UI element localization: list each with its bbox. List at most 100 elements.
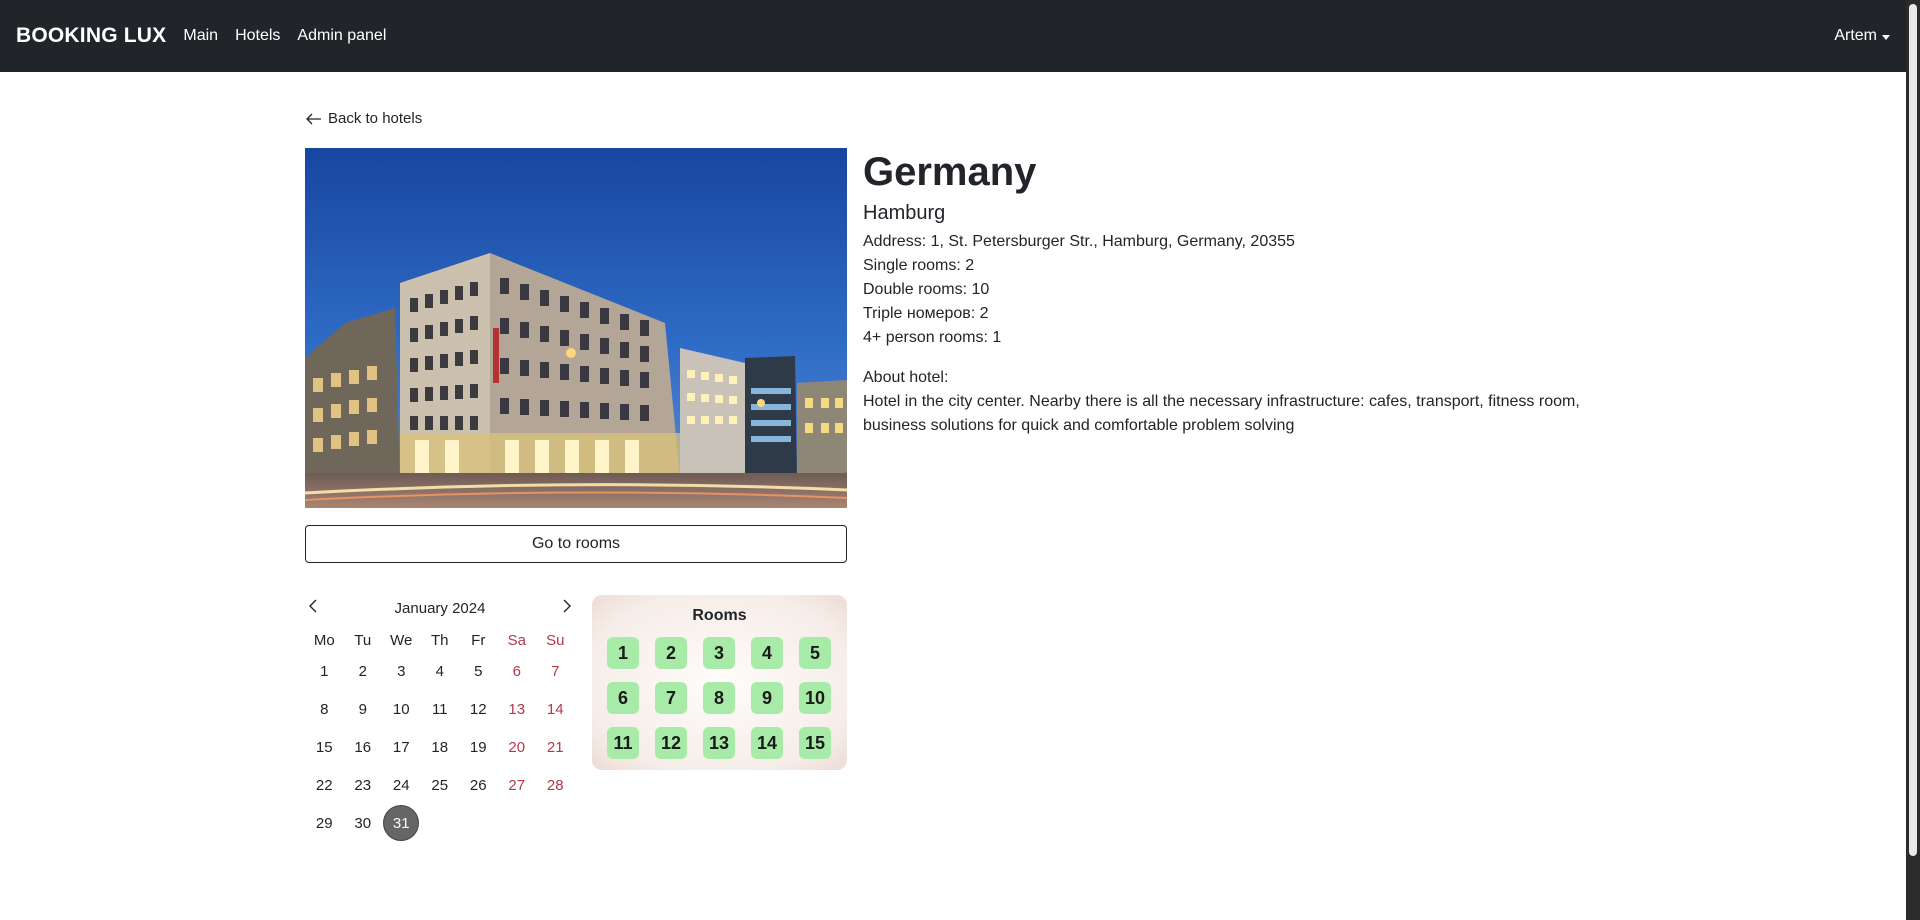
calendar-day[interactable]: 1 (305, 652, 344, 690)
calendar-day[interactable]: 2 (344, 652, 383, 690)
nav-link-main[interactable]: Main (183, 27, 218, 45)
room-button[interactable]: 4 (751, 637, 783, 669)
nav-link-admin-panel[interactable]: Admin panel (297, 27, 386, 45)
room-button[interactable]: 12 (655, 727, 687, 759)
scrollbar-thumb[interactable] (1909, 4, 1917, 856)
calendar-day[interactable]: 23 (344, 766, 383, 804)
triple-rooms-count: Triple номеров: 2 (863, 305, 989, 322)
calendar-day-number: 16 (354, 738, 372, 756)
calendar-day[interactable]: 24 (382, 766, 421, 804)
calendar-day[interactable]: 8 (305, 690, 344, 728)
calendar-day[interactable]: 7 (536, 652, 575, 690)
calendar-day-number: 27 (508, 776, 526, 794)
calendar-day[interactable]: 13 (498, 690, 537, 728)
calendar-day[interactable]: 5 (459, 652, 498, 690)
rooms-panel: Rooms 1 2 3 4 5 6 7 8 9 10 11 12 13 14 15 (592, 595, 847, 770)
calendar-day[interactable]: 19 (459, 728, 498, 766)
calendar-day-number: 6 (512, 662, 521, 680)
room-button[interactable]: 15 (799, 727, 831, 759)
calendar-day[interactable]: 22 (305, 766, 344, 804)
calendar-day-number: 2 (358, 662, 367, 680)
calendar-day[interactable]: 6 (498, 652, 537, 690)
chevron-right-icon[interactable] (559, 598, 573, 618)
top-navbar: BOOKING LUX Main Hotels Admin panel Arte… (0, 0, 1906, 72)
room-button[interactable]: 11 (607, 727, 639, 759)
calendar-day[interactable]: 28 (536, 766, 575, 804)
four-plus-rooms-count: 4+ person rooms: 1 (863, 329, 1002, 346)
room-button[interactable]: 3 (703, 637, 735, 669)
calendar-day-number: 13 (508, 700, 526, 718)
scrollbar[interactable] (1906, 0, 1920, 920)
calendar-day[interactable]: 29 (305, 804, 344, 842)
weekday-label: Su (546, 631, 565, 649)
room-button[interactable]: 1 (607, 637, 639, 669)
room-button[interactable]: 13 (703, 727, 735, 759)
go-to-rooms-button[interactable]: Go to rooms (305, 525, 847, 563)
calendar-day-number: 4 (435, 662, 444, 680)
calendar-day-selected[interactable]: 31 (382, 804, 421, 842)
calendar-day-number: 19 (469, 738, 487, 756)
rooms-title: Rooms (692, 607, 747, 624)
rooms-grid: 1 2 3 4 5 6 7 8 9 10 11 12 13 14 15 (607, 637, 847, 759)
calendar-day[interactable]: 14 (536, 690, 575, 728)
weekday-label: We (390, 631, 413, 649)
calendar-day-number: 20 (508, 738, 526, 756)
calendar-day[interactable]: 4 (421, 652, 460, 690)
room-button[interactable]: 7 (655, 682, 687, 714)
room-button[interactable]: 6 (607, 682, 639, 714)
weekday-label: Th (430, 631, 449, 649)
single-rooms-count: Single rooms: 2 (863, 257, 975, 274)
calendar-day[interactable]: 17 (382, 728, 421, 766)
calendar-day-number: 21 (546, 738, 564, 756)
brand-logo[interactable]: BOOKING LUX (16, 24, 166, 48)
calendar-day-number: 26 (469, 776, 487, 794)
calendar-day-number: 17 (392, 738, 410, 756)
calendar-day[interactable]: 16 (344, 728, 383, 766)
back-link-label: Back to hotels (328, 110, 423, 127)
weekday-label: Mo (313, 631, 335, 649)
user-name: Artem (1834, 27, 1877, 44)
calendar-day[interactable]: 10 (382, 690, 421, 728)
calendar-day[interactable]: 11 (421, 690, 460, 728)
hotel-details: Address: 1, St. Petersburger Str., Hambu… (863, 230, 1603, 350)
nav-link-hotels[interactable]: Hotels (235, 27, 280, 45)
back-to-hotels-link[interactable]: Back to hotels (306, 110, 422, 127)
calendar-day-number: 22 (315, 776, 333, 794)
calendar-day[interactable]: 18 (421, 728, 460, 766)
room-button[interactable]: 10 (799, 682, 831, 714)
calendar-day[interactable]: 3 (382, 652, 421, 690)
chevron-left-icon[interactable] (307, 598, 321, 618)
calendar-day[interactable]: 26 (459, 766, 498, 804)
weekday-label: Sa (507, 631, 526, 649)
about-label: About hotel: (863, 369, 949, 386)
calendar-day-number: 3 (397, 662, 406, 680)
calendar-day-number: 29 (315, 814, 333, 832)
room-button[interactable]: 5 (799, 637, 831, 669)
calendar-day-number: 23 (354, 776, 372, 794)
room-button[interactable]: 9 (751, 682, 783, 714)
user-dropdown[interactable]: Artem (1834, 0, 1890, 72)
calendar-day-number: 5 (474, 662, 483, 680)
calendar-day-number: 7 (551, 662, 560, 680)
calendar-day[interactable]: 12 (459, 690, 498, 728)
calendar-day-number: 24 (392, 776, 410, 794)
calendar-day-number: 10 (392, 700, 410, 718)
calendar-day[interactable]: 25 (421, 766, 460, 804)
calendar-day[interactable]: 15 (305, 728, 344, 766)
calendar-day[interactable]: 30 (344, 804, 383, 842)
room-button[interactable]: 14 (751, 727, 783, 759)
arrow-left-icon (306, 113, 321, 124)
room-button[interactable]: 2 (655, 637, 687, 669)
hotel-info: Germany Hamburg Address: 1, St. Petersbu… (863, 148, 1603, 438)
room-button[interactable]: 8 (703, 682, 735, 714)
weekday-label: Tu (354, 631, 372, 649)
calendar-day[interactable]: 9 (344, 690, 383, 728)
calendar-month: January 2024 (394, 599, 486, 617)
calendar-day[interactable]: 20 (498, 728, 537, 766)
weekday-label: Fr (471, 631, 486, 649)
calendar-day-number: 1 (320, 662, 329, 680)
calendar-day-number: 14 (546, 700, 564, 718)
calendar-day[interactable]: 21 (536, 728, 575, 766)
caret-down-icon (1882, 34, 1890, 40)
calendar-day[interactable]: 27 (498, 766, 537, 804)
